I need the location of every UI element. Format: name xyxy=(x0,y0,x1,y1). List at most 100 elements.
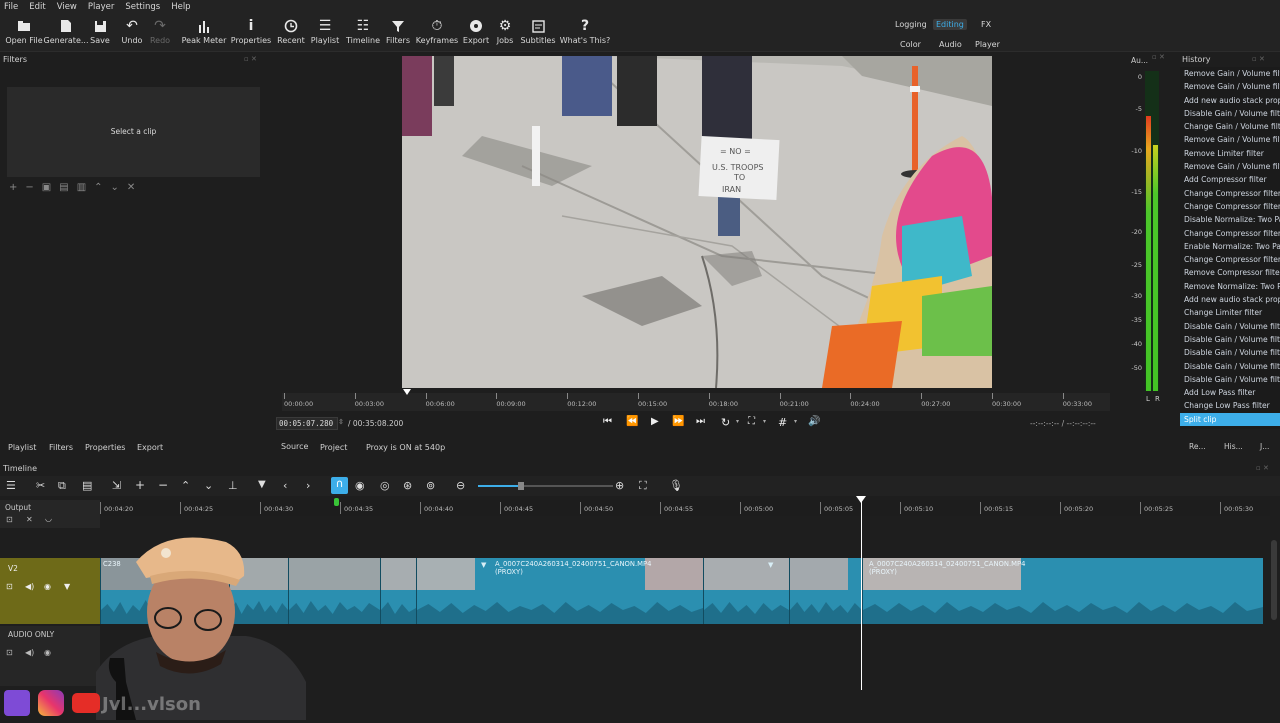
history-item[interactable]: Split clip xyxy=(1180,412,1280,427)
timeline-vertical-scrollbar[interactable] xyxy=(1271,540,1277,620)
ripple-markers-icon[interactable]: ⊚ xyxy=(426,479,435,492)
marker-icon[interactable]: ▼ xyxy=(258,479,266,490)
history-item[interactable]: Change Compressor filter xyxy=(1180,227,1280,240)
zoom-in-icon[interactable]: ⊕ xyxy=(615,479,624,492)
layout-editing[interactable]: Editing xyxy=(933,19,967,30)
split-icon[interactable]: ⊥ xyxy=(228,479,238,492)
v2-mute-icon[interactable]: ◀) xyxy=(25,582,34,591)
history-item[interactable]: Remove Normalize: Two Pass filter xyxy=(1180,280,1280,293)
previous-marker-icon[interactable]: ‹ xyxy=(283,479,287,492)
history-item[interactable]: Disable Gain / Volume filter xyxy=(1180,360,1280,373)
timeline-clip[interactable]: ▼ xyxy=(703,558,789,624)
zoom-slider[interactable] xyxy=(478,482,613,490)
tab-playlist[interactable]: Playlist xyxy=(8,443,36,452)
lift-icon[interactable]: ⌃ xyxy=(181,479,190,492)
menu-help[interactable]: Help xyxy=(171,2,190,12)
menu-file[interactable]: File xyxy=(4,2,18,12)
tab-properties[interactable]: Properties xyxy=(85,443,125,452)
history-item[interactable]: Change Compressor filter xyxy=(1180,200,1280,213)
filters-list[interactable]: Select a clip xyxy=(7,87,260,177)
history-item[interactable]: Change Gain / Volume filter xyxy=(1180,120,1280,133)
timeline-clip[interactable] xyxy=(789,558,862,624)
v2-filter-icon[interactable]: ▼ xyxy=(64,582,70,591)
history-item[interactable]: Add new audio stack properties xyxy=(1180,293,1280,306)
fast-forward-icon[interactable]: ⏩ xyxy=(672,416,684,427)
timeline-ruler[interactable]: 00:04:20 00:04:25 00:04:30 00:04:35 00:04:40… xyxy=(100,500,1270,516)
timecode-field[interactable]: 00:05:07.280 xyxy=(276,417,338,430)
deselect-filter-icon[interactable]: ✕ xyxy=(127,182,135,193)
player-playhead-marker[interactable] xyxy=(403,389,411,395)
timeline-clip[interactable]: A_0007C240A260314_02400751_CANON.MP4 (PRO… xyxy=(416,558,703,624)
history-item[interactable]: Remove Compressor filter xyxy=(1180,266,1280,279)
overwrite-icon[interactable]: ⌄ xyxy=(204,479,213,492)
timeline-marker[interactable] xyxy=(334,498,339,506)
zoom-icon[interactable]: ⛶ xyxy=(748,416,755,427)
timeline-playhead-marker[interactable] xyxy=(856,496,866,503)
history-item[interactable]: Remove Gain / Volume filter xyxy=(1180,67,1280,80)
layout-player[interactable]: Player xyxy=(972,39,1003,50)
rewind-icon[interactable]: ⏪ xyxy=(626,416,638,427)
next-marker-icon[interactable]: › xyxy=(306,479,310,492)
layout-logging[interactable]: Logging xyxy=(892,19,930,30)
history-item[interactable]: Add new audio stack properties xyxy=(1180,94,1280,107)
history-item[interactable]: Disable Normalize: Two Pass filter xyxy=(1180,213,1280,226)
menu-edit[interactable]: Edit xyxy=(29,2,45,12)
audio-lock-icon[interactable]: ⊡ xyxy=(6,648,13,657)
layout-audio[interactable]: Audio xyxy=(936,39,965,50)
clip-filter-icon[interactable]: ▼ xyxy=(481,561,486,569)
history-item[interactable]: Disable Gain / Volume filter xyxy=(1180,346,1280,359)
zoom-fit-icon[interactable]: ⛶ xyxy=(639,479,647,493)
grid-icon[interactable]: # xyxy=(778,416,787,429)
history-item[interactable]: Remove Gain / Volume filter xyxy=(1180,80,1280,93)
paste-filter-icon[interactable]: ▤ xyxy=(59,182,68,193)
timeline-clip-selected[interactable]: ▼ A_0007C240A260314_02400751_CANON.MP4(P… xyxy=(862,558,1263,624)
meter-float-icon[interactable]: ▫ ✕ xyxy=(1152,53,1165,61)
timeline-float-icon[interactable]: ▫ ✕ xyxy=(1256,464,1269,472)
menu-player[interactable]: Player xyxy=(88,2,114,12)
history-list[interactable]: Remove Gain / Volume filter Remove Gain /… xyxy=(1180,67,1280,429)
loop-dropdown-icon[interactable]: ▾ xyxy=(736,418,739,425)
timeline-menu-icon[interactable]: ☰ xyxy=(6,479,16,492)
audio-hide-icon[interactable]: ◉ xyxy=(44,648,51,657)
timeline-playhead[interactable] xyxy=(861,497,862,690)
remove-filter-icon[interactable]: − xyxy=(25,182,33,193)
paste-icon[interactable]: ▤ xyxy=(82,479,92,492)
tab-source[interactable]: Source xyxy=(281,442,308,451)
clip-filter-icon[interactable]: ▼ xyxy=(768,561,773,569)
play-icon[interactable]: ▶ xyxy=(651,416,659,427)
tab-export[interactable]: Export xyxy=(137,443,163,452)
history-item[interactable]: Disable Gain / Volume filter xyxy=(1180,320,1280,333)
output-mute-icon[interactable]: ✕ xyxy=(26,515,33,524)
history-item[interactable]: Enable Normalize: Two Pass filter xyxy=(1180,240,1280,253)
copy-icon[interactable]: ⧉ xyxy=(58,479,66,493)
tab-filters[interactable]: Filters xyxy=(49,443,73,452)
history-item[interactable]: Disable Gain / Volume filter xyxy=(1180,373,1280,386)
layout-fx[interactable]: FX xyxy=(978,19,994,30)
skip-previous-icon[interactable]: ⏮ xyxy=(603,416,612,427)
ripple-delete-add-icon[interactable]: + xyxy=(135,478,145,492)
history-item[interactable]: Change Compressor filter xyxy=(1180,187,1280,200)
v2-hide-icon[interactable]: ◉ xyxy=(44,582,51,591)
record-audio-icon[interactable]: 🎙 xyxy=(669,479,683,492)
ripple-all-tracks-icon[interactable]: ⊛ xyxy=(403,479,412,492)
history-float-icon[interactable]: ▫ ✕ xyxy=(1252,55,1265,63)
tab-project[interactable]: Project xyxy=(320,443,347,452)
history-item[interactable]: Disable Gain / Volume filter xyxy=(1180,107,1280,120)
append-icon[interactable]: ⇲ xyxy=(112,479,121,492)
grid-dropdown-icon[interactable]: ▾ xyxy=(794,418,797,425)
timecode-spinner-icon[interactable]: ⇳ xyxy=(338,418,344,426)
history-item[interactable]: Disable Gain / Volume filter xyxy=(1180,333,1280,346)
snap-icon[interactable]: ∩ xyxy=(331,477,348,494)
history-item[interactable]: Remove Gain / Volume filter xyxy=(1180,160,1280,173)
save-preset-icon[interactable]: ▥ xyxy=(77,182,86,193)
history-item[interactable]: Add Low Pass filter xyxy=(1180,386,1280,399)
copy-filter-icon[interactable]: ▣ xyxy=(42,182,51,193)
layout-color[interactable]: Color xyxy=(897,39,924,50)
zoom-dropdown-icon[interactable]: ▾ xyxy=(763,418,766,425)
history-item[interactable]: Change Limiter filter xyxy=(1180,306,1280,319)
menu-view[interactable]: View xyxy=(57,2,77,12)
menu-settings[interactable]: Settings xyxy=(125,2,160,12)
player-scrubber[interactable]: 00:00:00 00:03:00 00:06:00 00:09:00 00:12:00… xyxy=(282,393,1110,411)
scrub-audio-icon[interactable]: ◉ xyxy=(355,479,365,492)
volume-icon[interactable]: 🔊 xyxy=(808,416,820,427)
